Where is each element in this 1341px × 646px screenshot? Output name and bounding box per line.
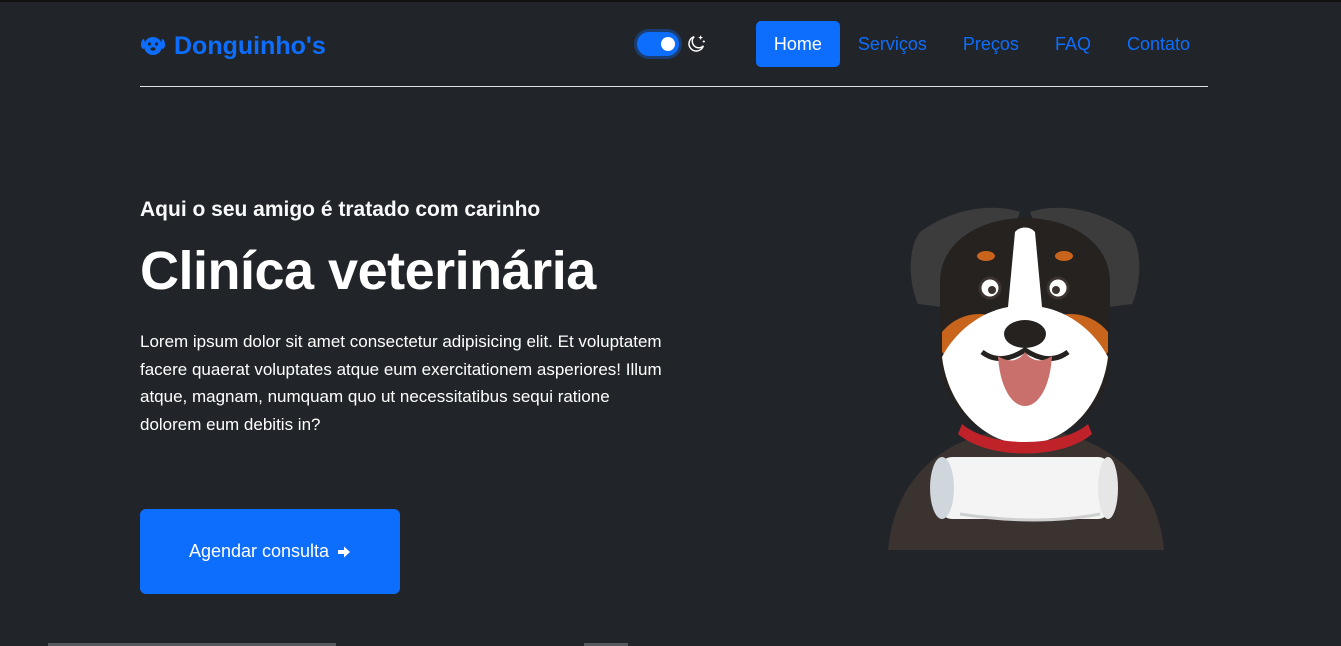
nav-home[interactable]: Home (755, 21, 840, 67)
dog-icon (140, 33, 166, 59)
nav-faq[interactable]: FAQ (1037, 21, 1109, 67)
switch-knob (661, 37, 675, 51)
nav-contato[interactable]: Contato (1109, 21, 1208, 67)
theme-toggle[interactable] (637, 32, 707, 56)
main-nav: Home Serviços Preços FAQ Contato (755, 21, 1208, 67)
dog-illustration (880, 192, 1170, 552)
nav-servicos[interactable]: Serviços (840, 21, 945, 67)
brand-link[interactable]: Donguinho's (140, 30, 326, 62)
cta-label: Agendar consulta (188, 541, 330, 561)
theme-switch[interactable] (637, 32, 679, 56)
page: Donguinho's Home Serviços Preços FAQ Con… (0, 0, 1341, 646)
moon-stars-icon (685, 33, 707, 55)
schedule-appointment-button[interactable]: Agendar consulta (140, 509, 400, 594)
nav-precos[interactable]: Preços (945, 21, 1037, 67)
hero-text: Lorem ipsum dolor sit amet consectetur a… (140, 332, 662, 434)
brand-name: Donguinho's (174, 31, 326, 60)
navbar: Donguinho's Home Serviços Preços FAQ Con… (140, 2, 1208, 87)
hero-subtitle: Aqui o seu amigo é tratado com carinho (140, 198, 541, 221)
arrow-right-icon (337, 545, 351, 559)
hero-title: Cliníca veterinária (140, 241, 596, 301)
